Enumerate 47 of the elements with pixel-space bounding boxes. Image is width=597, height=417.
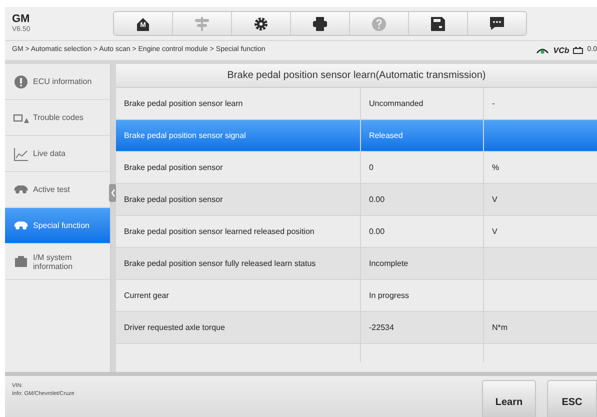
table-row[interactable]: Driver requested axle torque -22534 N*m [116, 312, 597, 344]
table-cell: -22534 [361, 312, 484, 343]
app-title: GM [12, 12, 31, 24]
line-chart-icon [13, 146, 29, 162]
table-cell: 0.00 [361, 184, 484, 215]
table-cell: Current gear [116, 280, 361, 311]
table-cell-text: - [491, 98, 496, 110]
table-cell: In progress [361, 280, 484, 311]
sidebar-item[interactable]: Special function [5, 208, 110, 244]
table-cell: Brake pedal position sensor fully released learn status [116, 248, 361, 279]
sidebar-item[interactable]: ECU information [5, 64, 110, 100]
table-row[interactable]: Brake pedal position sensor learn Uncommanded - [116, 88, 597, 120]
table-cell-text: V [491, 194, 498, 206]
sidebar-item[interactable]: Live data [5, 136, 110, 172]
table-cell: Uncommanded [361, 88, 484, 119]
car-icon [13, 185, 29, 194]
table-row[interactable]: Brake pedal position sensor signal Released [116, 120, 597, 152]
table-cell-text: N*m [491, 322, 509, 334]
table-title: Brake pedal position sensor learn(Automatic transmission) [116, 64, 597, 88]
table-cell: Driver requested axle torque [116, 312, 361, 343]
learn-button[interactable]: Learn [482, 380, 536, 417]
table-row[interactable]: Current gear In progress [116, 280, 597, 312]
vci-label: VCb [553, 44, 570, 56]
table-cell: Brake pedal position sensor [116, 152, 361, 183]
table-row[interactable]: Brake pedal position sensor 0 % [116, 152, 597, 184]
battery-icon [573, 47, 584, 54]
table-cell: Released [361, 120, 484, 151]
table-cell: Brake pedal position sensor learned released position [116, 216, 361, 247]
table-cell: 0 [361, 152, 484, 183]
table-cell: Brake pedal position sensor signal [116, 120, 361, 151]
table-cell: Brake pedal position sensor [116, 184, 361, 215]
table-row[interactable]: Brake pedal position sensor 0.00 V [116, 184, 597, 216]
info-icon [13, 74, 29, 90]
collapse-handle[interactable] [109, 184, 116, 202]
sidebar-item[interactable]: Trouble codes [5, 100, 110, 136]
chevron-left-icon [110, 189, 114, 197]
table-cell: Brake pedal position sensor learn [116, 88, 361, 119]
esc-button[interactable]: ESC [547, 380, 597, 417]
car-icon [13, 221, 29, 230]
sidebar-item[interactable]: I/M system information [5, 244, 110, 280]
connection-icon [536, 47, 550, 54]
table-row[interactable]: Brake pedal position sensor fully released learn status Incomplete [116, 248, 597, 280]
table-cell: 0.00 [361, 216, 484, 247]
table-cell-text: % [491, 162, 500, 174]
table-row[interactable]: Brake pedal position sensor learned released position 0.00 V [116, 216, 597, 248]
table-cell-text: V [491, 226, 498, 238]
table-cell: Incomplete [361, 248, 484, 279]
